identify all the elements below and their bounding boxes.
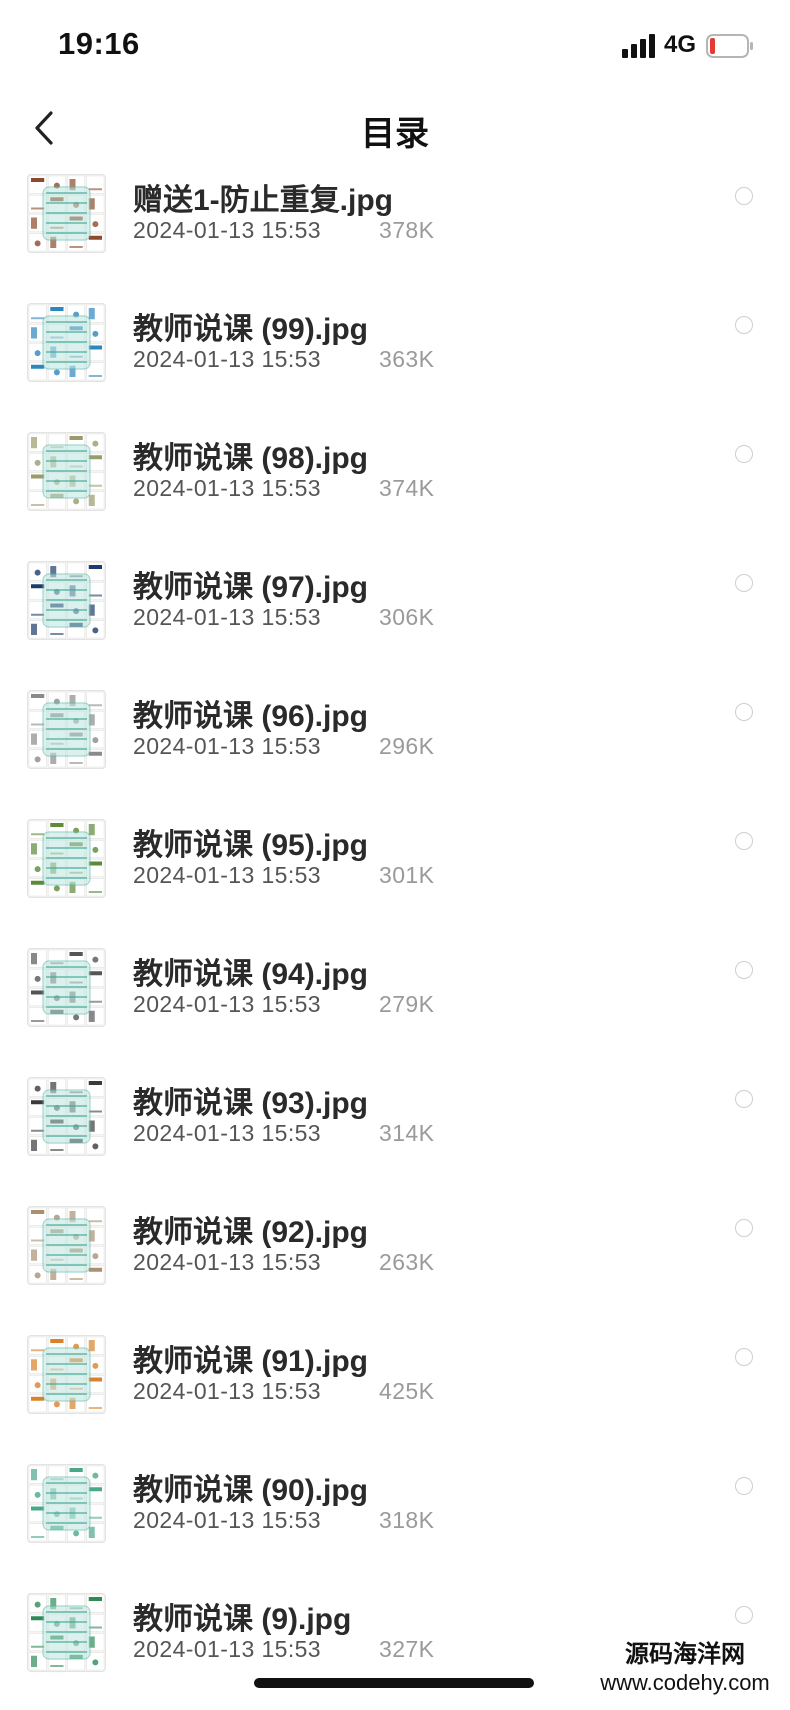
- list-item[interactable]: 教师说课 (90).jpg 2024-01-13 15:53 318K: [0, 1451, 790, 1580]
- file-date: 2024-01-13 15:53: [133, 604, 321, 630]
- file-thumbnail: [28, 562, 105, 639]
- select-radio-button[interactable]: [735, 1090, 753, 1108]
- file-date: 2024-01-13 15:53: [133, 346, 321, 372]
- watermark-url: www.codehy.com: [600, 1670, 770, 1695]
- file-date: 2024-01-13 15:53: [133, 1507, 321, 1533]
- file-date: 2024-01-13 15:53: [133, 991, 321, 1017]
- file-size: 425K: [379, 1378, 435, 1404]
- select-radio-button[interactable]: [735, 1477, 753, 1495]
- file-size: 374K: [379, 475, 435, 501]
- select-radio-button[interactable]: [735, 187, 753, 205]
- select-radio-button[interactable]: [735, 1606, 753, 1624]
- file-name: 教师说课 (98).jpg: [133, 442, 369, 475]
- list-item[interactable]: 教师说课 (94).jpg 2024-01-13 15:53 279K: [0, 935, 790, 1064]
- select-radio-button[interactable]: [735, 574, 753, 592]
- home-indicator[interactable]: [254, 1678, 534, 1688]
- file-date: 2024-01-13 15:53: [133, 1120, 321, 1146]
- status-bar: 19:16 4G: [0, 0, 790, 96]
- file-thumbnail: [28, 433, 105, 510]
- file-size: 279K: [379, 991, 435, 1017]
- file-size: 378K: [379, 217, 435, 243]
- file-name: 教师说课 (94).jpg: [133, 958, 369, 991]
- file-thumbnail: [28, 1078, 105, 1155]
- file-thumbnail: [28, 1594, 105, 1671]
- file-thumbnail: [28, 949, 105, 1026]
- file-name: 赠送1-防止重复.jpg: [133, 184, 393, 217]
- file-date: 2024-01-13 15:53: [133, 217, 321, 243]
- file-name: 教师说课 (91).jpg: [133, 1345, 369, 1378]
- file-size: 314K: [379, 1120, 435, 1146]
- select-radio-button[interactable]: [735, 961, 753, 979]
- list-item[interactable]: 教师说课 (98).jpg 2024-01-13 15:53 374K: [0, 419, 790, 548]
- select-radio-button[interactable]: [735, 1348, 753, 1366]
- file-size: 296K: [379, 733, 435, 759]
- file-name: 教师说课 (9).jpg: [133, 1603, 352, 1636]
- list-item[interactable]: 教师说课 (91).jpg 2024-01-13 15:53 425K: [0, 1322, 790, 1451]
- file-size: 363K: [379, 346, 435, 372]
- select-radio-button[interactable]: [735, 445, 753, 463]
- list-item[interactable]: 教师说课 (93).jpg 2024-01-13 15:53 314K: [0, 1064, 790, 1193]
- file-thumbnail: [28, 304, 105, 381]
- file-thumbnail: [28, 1207, 105, 1284]
- watermark-text: 源码海洋网: [625, 1641, 745, 1668]
- list-item[interactable]: 教师说课 (96).jpg 2024-01-13 15:53 296K: [0, 677, 790, 806]
- file-name: 教师说课 (96).jpg: [133, 700, 369, 733]
- file-name: 教师说课 (93).jpg: [133, 1087, 369, 1120]
- list-item[interactable]: 教师说课 (95).jpg 2024-01-13 15:53 301K: [0, 806, 790, 935]
- list-item[interactable]: 教师说课 (99).jpg 2024-01-13 15:53 363K: [0, 290, 790, 419]
- file-name: 教师说课 (90).jpg: [133, 1474, 369, 1507]
- file-name: 教师说课 (95).jpg: [133, 829, 369, 862]
- network-type: 4G: [664, 31, 697, 58]
- list-item[interactable]: 教师说课 (97).jpg 2024-01-13 15:53 306K: [0, 548, 790, 677]
- file-name: 教师说课 (97).jpg: [133, 571, 369, 604]
- select-radio-button[interactable]: [735, 316, 753, 334]
- file-list: 赠送1-防止重复.jpg 2024-01-13 15:53 378K 教师说课 …: [0, 161, 790, 1709]
- list-item[interactable]: 教师说课 (92).jpg 2024-01-13 15:53 263K: [0, 1193, 790, 1322]
- battery-icon: [706, 34, 753, 58]
- file-size: 301K: [379, 862, 435, 888]
- file-name: 教师说课 (92).jpg: [133, 1216, 369, 1249]
- select-radio-button[interactable]: [735, 1219, 753, 1237]
- file-thumbnail: [28, 820, 105, 897]
- select-radio-button[interactable]: [735, 703, 753, 721]
- file-date: 2024-01-13 15:53: [133, 862, 321, 888]
- file-thumbnail: [28, 1465, 105, 1542]
- file-thumbnail: [28, 1336, 105, 1413]
- signal-strength-icon: [622, 34, 655, 58]
- watermark: 源码海洋网 www.codehy.com: [580, 1640, 790, 1696]
- select-radio-button[interactable]: [735, 832, 753, 850]
- file-size: 318K: [379, 1507, 435, 1533]
- file-size: 306K: [379, 604, 435, 630]
- file-size: 263K: [379, 1249, 435, 1275]
- file-date: 2024-01-13 15:53: [133, 1378, 321, 1404]
- file-date: 2024-01-13 15:53: [133, 1636, 321, 1662]
- file-date: 2024-01-13 15:53: [133, 1249, 321, 1275]
- file-name: 教师说课 (99).jpg: [133, 313, 369, 346]
- page-title: 目录: [361, 115, 429, 153]
- status-time: 19:16: [58, 26, 140, 61]
- file-thumbnail: [28, 691, 105, 768]
- file-date: 2024-01-13 15:53: [133, 475, 321, 501]
- list-item[interactable]: 赠送1-防止重复.jpg 2024-01-13 15:53 378K: [0, 161, 790, 290]
- file-date: 2024-01-13 15:53: [133, 733, 321, 759]
- file-thumbnail: [28, 175, 105, 252]
- file-size: 327K: [379, 1636, 435, 1662]
